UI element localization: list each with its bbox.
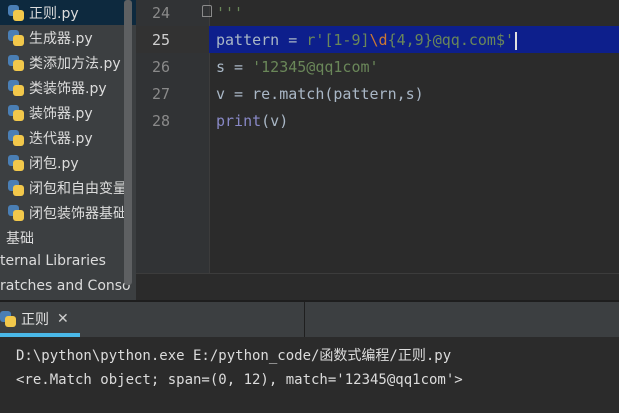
python-file-icon	[8, 179, 24, 196]
run-header-divider	[304, 302, 305, 339]
fold-marker-icon[interactable]	[202, 5, 212, 17]
python-file-icon	[8, 104, 24, 121]
console-output-line: <re.Match object; span=(0, 12), match='1…	[16, 372, 463, 388]
code-token: r'[1-9]	[306, 31, 370, 49]
tree-file-item[interactable]: 闭包.py	[0, 150, 136, 175]
tree-file-label: 迭代器.py	[29, 130, 93, 147]
tree-item-external-libraries[interactable]: ternal Libraries	[0, 253, 106, 269]
code-line[interactable]: pattern = r'[1-9]\d{4,9}@qq.com$'	[216, 27, 518, 54]
python-file-icon	[8, 204, 24, 221]
line-number: 28	[151, 112, 170, 130]
code-line[interactable]: s = '12345@qq1com'	[216, 54, 379, 81]
line-number: 27	[151, 85, 170, 103]
project-tree: 正则.py 生成器.py 类添加方法.py 类装饰器.py 装饰器.py 迭代器.py 闭包…	[0, 0, 136, 300]
tree-file-label: 正则.py	[29, 5, 79, 22]
tree-file-label: 闭包装饰器基础	[29, 205, 127, 222]
folder-item-basics[interactable]: 基础	[6, 228, 34, 248]
tree-item-scratches[interactable]: ratches and Conso	[0, 278, 131, 294]
code-token: s =	[216, 58, 253, 76]
tree-file-item[interactable]: 装饰器.py	[0, 100, 136, 125]
code-line[interactable]: print(v)	[216, 108, 288, 135]
code-token: v = re.match(pattern,s)	[216, 85, 424, 103]
code-token: '''	[216, 4, 244, 22]
tree-file-item[interactable]: 类添加方法.py	[0, 50, 136, 75]
text-cursor	[515, 31, 518, 50]
tree-file-label: 生成器.py	[29, 30, 93, 47]
python-file-icon	[8, 79, 24, 96]
tree-file-item[interactable]: 闭包和自由变量	[0, 175, 136, 200]
python-file-icon	[8, 129, 24, 146]
run-tab-label: 正则	[21, 311, 49, 328]
tree-file-item[interactable]: 正则.py	[0, 0, 136, 25]
tree-file-label: 闭包.py	[29, 155, 79, 172]
run-console[interactable]: D:\python\python.exe E:/python_code/函数式编…	[0, 337, 619, 413]
code-token: \d	[369, 31, 388, 49]
close-icon[interactable]: ✕	[57, 311, 69, 327]
code-token: print	[216, 112, 262, 130]
tree-scrollbar[interactable]	[124, 0, 132, 285]
python-file-icon	[8, 154, 24, 171]
tree-file-item[interactable]: 生成器.py	[0, 25, 136, 50]
run-tab[interactable]: 正则 ✕	[0, 302, 80, 335]
code-token: (v)	[261, 112, 289, 130]
code-token: pattern =	[216, 31, 307, 49]
code-token: '12345@qq1com'	[252, 58, 379, 76]
tree-file-item[interactable]: 类装饰器.py	[0, 75, 136, 100]
tree-file-item[interactable]: 迭代器.py	[0, 125, 136, 150]
tree-file-label: 类装饰器.py	[29, 80, 107, 97]
python-file-icon	[8, 4, 24, 21]
tree-file-label: 闭包和自由变量	[29, 180, 127, 197]
code-line[interactable]: v = re.match(pattern,s)	[216, 81, 424, 108]
tree-file-label: 类添加方法.py	[29, 55, 121, 72]
console-command-line: D:\python\python.exe E:/python_code/函数式编…	[16, 348, 452, 364]
line-number: 24	[151, 4, 170, 22]
run-tool-window-header: 正则 ✕	[0, 300, 619, 339]
tree-file-item[interactable]: 闭包装饰器基础	[0, 200, 136, 225]
python-file-icon	[0, 310, 16, 327]
editor-lower-strip	[136, 273, 619, 300]
code-line[interactable]: '''	[216, 0, 243, 27]
python-file-icon	[8, 29, 24, 46]
line-number: 26	[151, 58, 170, 76]
tree-file-label: 装饰器.py	[29, 105, 93, 122]
line-number: 25	[151, 31, 170, 49]
python-file-icon	[8, 54, 24, 71]
code-token: {4,9}@qq.com$'	[387, 31, 515, 49]
